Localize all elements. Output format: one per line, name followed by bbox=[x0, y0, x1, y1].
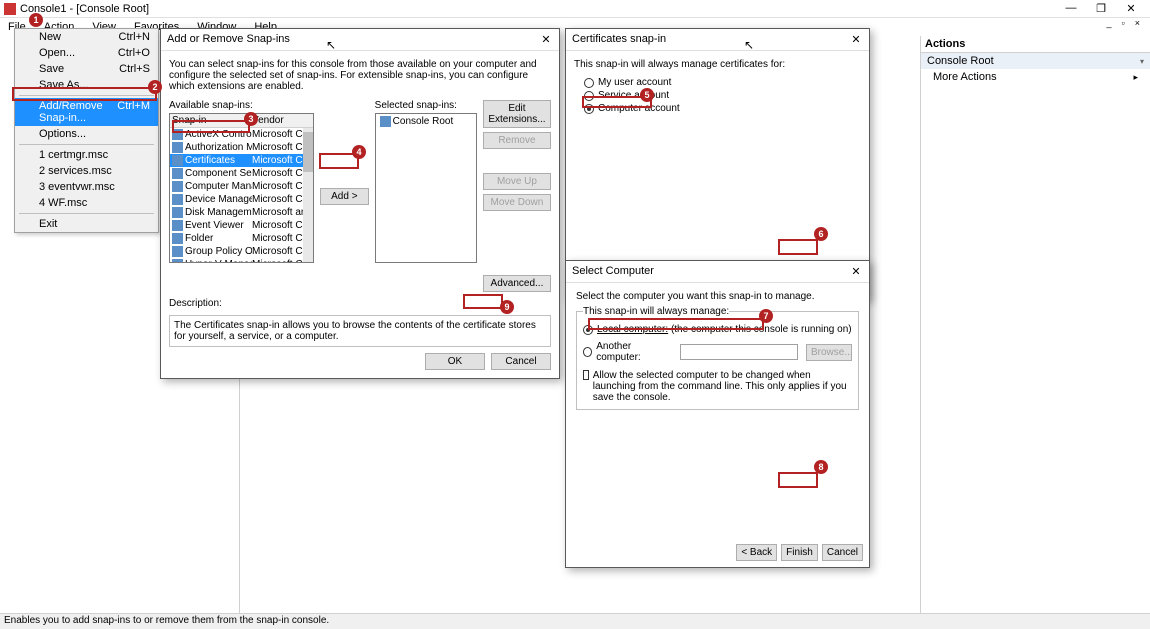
dialog-title: Certificates snap-in bbox=[572, 33, 666, 46]
maximize-button[interactable]: ❐ bbox=[1086, 2, 1116, 15]
marker-5: 5 bbox=[640, 88, 654, 102]
menu-recent-2[interactable]: 2 services.msc bbox=[15, 163, 158, 179]
menu-open[interactable]: Open...Ctrl+O bbox=[15, 45, 158, 61]
list-item[interactable]: Component ServicesMicrosoft Cor... bbox=[170, 167, 313, 180]
list-item[interactable]: Event ViewerMicrosoft Cor... bbox=[170, 219, 313, 232]
mmc-icon bbox=[4, 3, 16, 15]
menu-add-remove-snapin[interactable]: Add/Remove Snap-in...Ctrl+M bbox=[15, 98, 158, 126]
add-remove-snapins-dialog: Add or Remove Snap-ins ✕ You can select … bbox=[160, 28, 560, 379]
radio-my-user[interactable]: My user account bbox=[584, 76, 861, 89]
dialog-description: You can select snap-ins for this console… bbox=[169, 59, 551, 92]
description-label: Description: bbox=[169, 298, 551, 309]
menu-exit[interactable]: Exit bbox=[15, 216, 158, 232]
radio-service[interactable]: Service account bbox=[584, 89, 861, 102]
menu-recent-1[interactable]: 1 certmgr.msc bbox=[15, 147, 158, 163]
group-label: This snap-in will always manage: bbox=[583, 306, 729, 317]
browse-button[interactable]: Browse... bbox=[806, 344, 852, 361]
computer-name-input[interactable] bbox=[680, 344, 798, 360]
radio-local-computer[interactable]: Local computer: (the computer this conso… bbox=[583, 323, 852, 336]
scrollbar[interactable] bbox=[303, 128, 313, 262]
chevron-right-icon bbox=[1133, 71, 1138, 83]
close-icon[interactable]: ✕ bbox=[539, 33, 553, 46]
menu-new[interactable]: NewCtrl+N bbox=[15, 29, 158, 45]
marker-2: 2 bbox=[148, 80, 162, 94]
marker-6: 6 bbox=[814, 227, 828, 241]
actions-header: Actions bbox=[921, 36, 1150, 53]
add-button[interactable]: Add > bbox=[320, 188, 369, 205]
menu-save[interactable]: SaveCtrl+S bbox=[15, 61, 158, 77]
actions-more[interactable]: More Actions bbox=[921, 69, 1150, 85]
folder-icon bbox=[380, 116, 391, 127]
remove-button[interactable]: Remove bbox=[483, 132, 551, 149]
mdi-close[interactable]: × bbox=[1131, 18, 1144, 28]
list-item[interactable]: FolderMicrosoft Cor... bbox=[170, 232, 313, 245]
list-item[interactable]: Group Policy Object ...Microsoft Cor... bbox=[170, 245, 313, 258]
actions-pane: Actions Console Root More Actions bbox=[920, 36, 1150, 613]
move-up-button[interactable]: Move Up bbox=[483, 173, 551, 190]
actions-more-label: More Actions bbox=[933, 71, 997, 83]
list-item[interactable]: Computer Managem...Microsoft Cor... bbox=[170, 180, 313, 193]
list-item[interactable]: Authorization Manag...Microsoft Cor... bbox=[170, 141, 313, 154]
marker-1: 1 bbox=[29, 13, 43, 27]
marker-7: 7 bbox=[759, 309, 773, 323]
mdi-minimize[interactable]: _ bbox=[1103, 18, 1116, 28]
title-bar: Console1 - [Console Root] — ❐ ✕ bbox=[0, 0, 1150, 18]
dialog-title: Add or Remove Snap-ins bbox=[167, 33, 290, 46]
available-snapins-list[interactable]: Snap-in Vendor ActiveX ControlMicrosoft … bbox=[169, 113, 314, 263]
select-computer-dialog: Select Computer ✕ Select the computer yo… bbox=[565, 260, 870, 568]
marker-9: 9 bbox=[500, 300, 514, 314]
back-button[interactable]: < Back bbox=[736, 544, 777, 561]
actions-group-label: Console Root bbox=[927, 55, 994, 67]
minimize-button[interactable]: — bbox=[1056, 2, 1086, 15]
available-label: Available snap-ins: bbox=[169, 100, 314, 111]
ok-button[interactable]: OK bbox=[425, 353, 485, 370]
actions-group[interactable]: Console Root bbox=[921, 53, 1150, 69]
list-item[interactable]: Disk ManagementMicrosoft and... bbox=[170, 206, 313, 219]
intro-text: This snap-in will always manage certific… bbox=[574, 59, 861, 70]
dialog-title: Select Computer bbox=[572, 265, 654, 278]
status-bar: Enables you to add snap-ins to or remove… bbox=[0, 613, 1150, 629]
menu-save-as[interactable]: Save As... bbox=[15, 77, 158, 93]
cancel-button[interactable]: Cancel bbox=[822, 544, 863, 561]
mdi-restore[interactable]: ▫ bbox=[1118, 18, 1129, 28]
marker-4: 4 bbox=[352, 145, 366, 159]
allow-change-checkbox[interactable] bbox=[583, 370, 589, 380]
marker-8: 8 bbox=[814, 460, 828, 474]
move-down-button[interactable]: Move Down bbox=[483, 194, 551, 211]
console-root-node[interactable]: Console Root bbox=[393, 116, 454, 127]
list-item[interactable]: Hyper-V ManagerMicrosoft Cor... bbox=[170, 258, 313, 263]
col-vendor[interactable]: Vendor bbox=[250, 114, 313, 127]
finish-button[interactable]: Finish bbox=[781, 544, 818, 561]
menu-recent-3[interactable]: 3 eventvwr.msc bbox=[15, 179, 158, 195]
list-item[interactable]: CertificatesMicrosoft Cor... bbox=[170, 154, 313, 167]
selected-snapins-list[interactable]: Console Root bbox=[375, 113, 477, 263]
advanced-button[interactable]: Advanced... bbox=[483, 275, 551, 292]
cancel-button[interactable]: Cancel bbox=[491, 353, 551, 370]
intro-text: Select the computer you want this snap-i… bbox=[576, 291, 859, 302]
menu-options[interactable]: Options... bbox=[15, 126, 158, 142]
actions-dropdown-icon[interactable] bbox=[1140, 55, 1144, 67]
list-item[interactable]: ActiveX ControlMicrosoft Cor... bbox=[170, 128, 313, 141]
close-icon[interactable]: ✕ bbox=[849, 265, 863, 278]
window-title: Console1 - [Console Root] bbox=[20, 3, 1056, 15]
edit-extensions-button[interactable]: Edit Extensions... bbox=[483, 100, 551, 128]
file-menu-dropdown: NewCtrl+N Open...Ctrl+O SaveCtrl+S Save … bbox=[14, 28, 159, 233]
col-snapin[interactable]: Snap-in bbox=[170, 114, 250, 127]
close-button[interactable]: ✕ bbox=[1116, 2, 1146, 15]
close-icon[interactable]: ✕ bbox=[849, 33, 863, 46]
marker-3: 3 bbox=[244, 112, 258, 126]
description-box: The Certificates snap-in allows you to b… bbox=[169, 315, 551, 347]
radio-another-computer[interactable]: Another computer: Browse... bbox=[583, 340, 852, 364]
allow-change-label: Allow the selected computer to be change… bbox=[593, 370, 852, 403]
selected-label: Selected snap-ins: bbox=[375, 100, 477, 111]
menu-recent-4[interactable]: 4 WF.msc bbox=[15, 195, 158, 211]
radio-computer[interactable]: Computer account bbox=[584, 102, 861, 115]
list-item[interactable]: Device ManagerMicrosoft Cor... bbox=[170, 193, 313, 206]
